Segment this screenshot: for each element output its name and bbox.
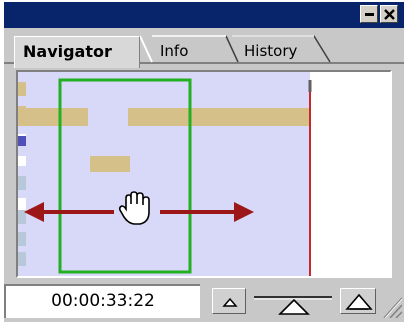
resize-grip[interactable] (380, 290, 402, 318)
tab-info[interactable]: Info (144, 36, 228, 68)
close-button[interactable] (380, 5, 398, 23)
zoom-in-button[interactable] (340, 288, 376, 314)
tab-navigator[interactable]: Navigator (14, 36, 140, 68)
title-bar[interactable] (4, 2, 404, 28)
zoom-out-button[interactable] (212, 288, 246, 314)
resize-grip-icon (383, 297, 402, 318)
navigator-palette: Navigator Info History 00:00:33:22 (4, 2, 404, 322)
minimize-button[interactable] (360, 5, 378, 23)
zoom-slider[interactable] (250, 286, 336, 316)
hand-grab-icon (118, 191, 150, 225)
zoom-out-mountain-icon (222, 297, 238, 307)
timeline-thumbnail (18, 72, 390, 276)
zoom-in-mountain-icon (345, 293, 373, 310)
timecode-display[interactable]: 00:00:33:22 (4, 284, 200, 318)
tab-history[interactable]: History (226, 36, 338, 68)
navigator-preview[interactable] (16, 70, 392, 278)
minimize-icon (365, 13, 374, 16)
tab-strip: Navigator Info History (4, 28, 404, 68)
zoom-slider-icon (254, 296, 332, 315)
close-icon (384, 9, 395, 20)
